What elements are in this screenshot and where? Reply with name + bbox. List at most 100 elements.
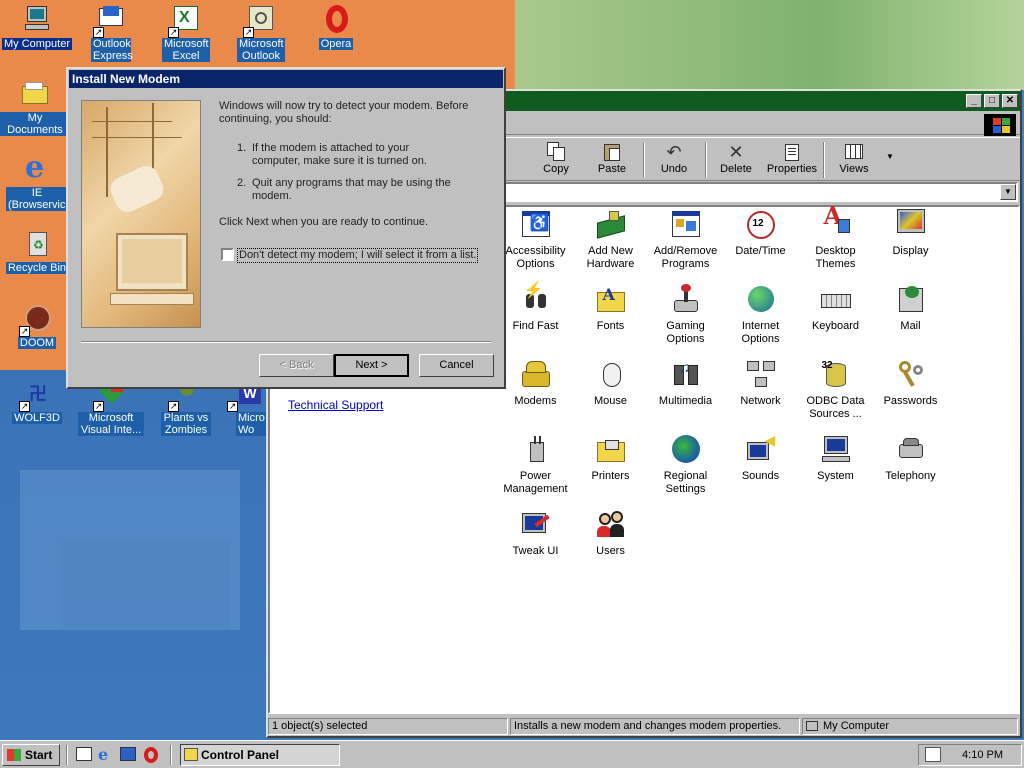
show-desktop-icon[interactable] bbox=[76, 747, 92, 763]
cp-item-tweak-ui[interactable]: Tweak UI bbox=[498, 509, 573, 558]
scheduler-icon[interactable] bbox=[925, 747, 941, 762]
desktop-icon-my-documents[interactable]: My Documents bbox=[0, 78, 72, 136]
cp-item-telephony[interactable]: Telephony bbox=[873, 434, 948, 483]
views-dropdown-icon[interactable]: ▼ bbox=[886, 152, 894, 161]
cp-item-accessibility-options[interactable]: ♿ Accessibility Options bbox=[498, 209, 573, 271]
add-remove-programs-icon bbox=[670, 209, 702, 241]
computer-icon bbox=[21, 4, 53, 36]
desktop-themes-icon: A bbox=[820, 204, 852, 241]
status-selection: 1 object(s) selected bbox=[268, 718, 508, 735]
delete-icon: ✕ bbox=[728, 142, 744, 162]
desktop-icon-outlook-express[interactable]: ↗ Outlook Express bbox=[74, 4, 148, 62]
desktop-icon-wolf3d[interactable]: 卍 ↗ WOLF3D bbox=[0, 378, 74, 424]
cp-item-keyboard[interactable]: Keyboard bbox=[798, 284, 873, 333]
next-button[interactable]: Next > bbox=[334, 354, 409, 377]
status-location: My Computer bbox=[802, 718, 1018, 735]
cancel-button[interactable]: Cancel bbox=[419, 354, 494, 377]
mouse-icon bbox=[595, 359, 627, 391]
power-plug-icon bbox=[520, 434, 552, 466]
close-button[interactable]: ✕ bbox=[1002, 94, 1018, 108]
views-button[interactable]: Views bbox=[826, 140, 882, 180]
desktop-icon-label: Opera bbox=[318, 38, 354, 50]
cp-item-gaming-options[interactable]: Gaming Options bbox=[648, 284, 723, 346]
delete-button[interactable]: ✕ Delete bbox=[708, 140, 764, 180]
cp-item-internet-options[interactable]: Internet Options bbox=[723, 284, 798, 346]
folder-icon bbox=[19, 78, 51, 110]
clock[interactable]: 4:10 PM bbox=[962, 749, 1003, 761]
undo-button[interactable]: ↶ Undo bbox=[646, 140, 702, 180]
keys-icon bbox=[895, 359, 927, 391]
maximize-button[interactable]: □ bbox=[984, 94, 1000, 108]
cp-item-find-fast[interactable]: ⚡ Find Fast bbox=[498, 283, 573, 333]
opera-icon[interactable] bbox=[144, 747, 160, 763]
modem-phone-icon bbox=[520, 359, 552, 391]
computer-icon bbox=[806, 721, 818, 731]
desktop-icon-label: WOLF3D bbox=[12, 412, 62, 424]
dialog-step-number: 2. bbox=[237, 177, 247, 189]
desktop-icon-outlook[interactable]: ↗ Microsoft Outlook bbox=[224, 4, 298, 62]
cp-item-add-new-hardware[interactable]: Add New Hardware bbox=[573, 209, 648, 271]
taskbar-button-control-panel[interactable]: Control Panel bbox=[180, 744, 340, 766]
tweak-ui-icon bbox=[520, 509, 552, 541]
cp-item-users[interactable]: Users bbox=[573, 509, 648, 558]
cp-item-add-remove-programs[interactable]: Add/Remove Programs bbox=[648, 209, 723, 271]
cp-item-sounds[interactable]: ◀ Sounds bbox=[723, 433, 798, 483]
dont-detect-modem-label[interactable]: Don't detect my modem; I will select it … bbox=[237, 248, 479, 263]
internet-explorer-icon[interactable]: e bbox=[98, 747, 114, 763]
cp-item-display[interactable]: Display bbox=[873, 209, 948, 258]
desktop-icon-doom[interactable]: ↗ DOOM bbox=[0, 303, 74, 349]
dialog-titlebar[interactable]: Install New Modem bbox=[69, 70, 503, 88]
outlook-icon: ↗ bbox=[243, 4, 277, 38]
cp-item-desktop-themes[interactable]: A Desktop Themes bbox=[798, 204, 873, 271]
cp-item-odbc-data-sources[interactable]: 32 ODBC Data Sources ... bbox=[798, 359, 873, 421]
address-dropdown-button[interactable]: ▼ bbox=[1000, 184, 1016, 200]
dont-detect-modem-checkbox[interactable] bbox=[221, 248, 234, 261]
start-button[interactable]: Start bbox=[2, 744, 60, 766]
views-icon bbox=[843, 142, 865, 162]
paste-icon bbox=[601, 142, 623, 162]
outlook-express-icon[interactable] bbox=[120, 747, 136, 763]
desktop-icon-label: Recycle Bin bbox=[5, 262, 69, 274]
desktop-icon-opera[interactable]: Opera bbox=[299, 4, 373, 50]
desktop-icon-ie[interactable]: e IE (Browservice) bbox=[0, 153, 75, 211]
paste-button[interactable]: Paste bbox=[584, 140, 640, 180]
control-panel-icon bbox=[184, 748, 198, 761]
technical-support-link[interactable]: Technical Support bbox=[288, 398, 383, 412]
cp-item-network[interactable]: Network bbox=[723, 359, 798, 408]
copy-button[interactable]: Copy bbox=[528, 140, 584, 180]
cp-item-passwords[interactable]: Passwords bbox=[873, 359, 948, 408]
cp-item-multimedia[interactable]: ♫ Multimedia bbox=[648, 359, 723, 408]
minimize-button[interactable]: _ bbox=[966, 94, 982, 108]
cp-item-modems[interactable]: Modems bbox=[498, 359, 573, 408]
doom-icon: ↗ bbox=[19, 303, 53, 337]
hardware-icon bbox=[595, 209, 627, 241]
cp-item-regional-settings[interactable]: Regional Settings bbox=[648, 434, 723, 496]
back-button[interactable]: < Back bbox=[259, 354, 334, 377]
desktop-icon-label: Outlook Express bbox=[91, 38, 133, 62]
cp-item-printers[interactable]: Printers bbox=[573, 434, 648, 483]
users-icon bbox=[595, 509, 627, 541]
properties-button[interactable]: Properties bbox=[764, 140, 820, 180]
cp-item-date-time[interactable]: 12 Date/Time bbox=[723, 209, 798, 258]
undo-icon: ↶ bbox=[666, 142, 682, 162]
dialog-separator bbox=[81, 341, 491, 343]
accessibility-icon: ♿ bbox=[520, 209, 552, 241]
install-new-modem-dialog[interactable]: Install New Modem Windows will now try t… bbox=[66, 67, 506, 389]
desktop-icon-label: My Computer bbox=[1, 38, 73, 50]
sounds-icon: ◀ bbox=[745, 433, 777, 466]
cp-item-power-management[interactable]: Power Management bbox=[498, 434, 573, 496]
wallpaper-green-block bbox=[515, 0, 1024, 90]
cp-item-fonts[interactable]: A Fonts bbox=[573, 284, 648, 333]
date-time-icon: 12 bbox=[745, 209, 777, 241]
joystick-icon bbox=[670, 284, 702, 316]
desktop-icon-my-computer[interactable]: My Computer bbox=[0, 4, 74, 50]
desktop-icon-label: Microsoft Visual Inte... bbox=[78, 412, 144, 436]
desktop-icon-label: Plants vs Zombies bbox=[161, 412, 211, 436]
desktop-icon-excel[interactable]: X ↗ Microsoft Excel bbox=[149, 4, 223, 62]
desktop-icon-recycle-bin[interactable]: ♻ Recycle Bin bbox=[0, 228, 74, 274]
cp-item-mail[interactable]: Mail bbox=[873, 284, 948, 333]
cp-item-mouse[interactable]: Mouse bbox=[573, 359, 648, 408]
cp-item-system[interactable]: System bbox=[798, 434, 873, 483]
taskbar: Start e Control Panel 4:10 PM bbox=[0, 740, 1024, 768]
system-tray: 4:10 PM bbox=[918, 744, 1022, 766]
